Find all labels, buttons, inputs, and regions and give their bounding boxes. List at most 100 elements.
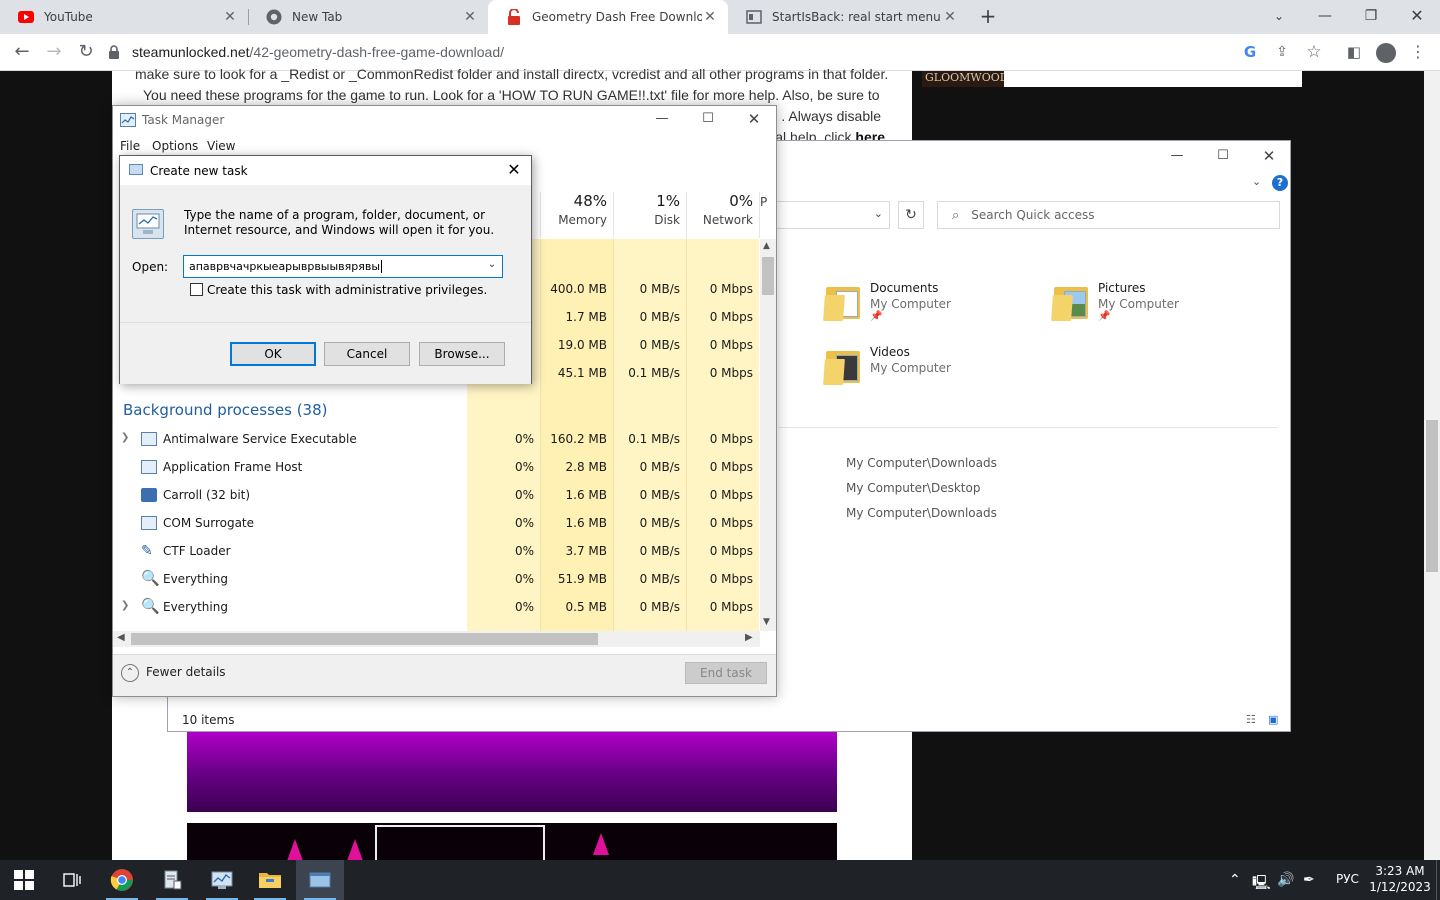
dialog-close-button[interactable]: ✕ [500,158,528,182]
forward-icon[interactable]: → [42,40,66,64]
tab-close-icon[interactable]: ✕ [222,9,238,25]
volume-icon[interactable]: 🔊 [1277,872,1294,888]
run-dialog-icon [129,164,143,175]
close-window-button[interactable]: ✕ [1394,0,1440,34]
expand-chevron-icon[interactable]: ❯ [121,432,129,443]
process-row[interactable]: ❯ Antimalware Service Executable 0% 160.… [113,426,760,454]
bookmark-star-icon[interactable]: ☆ [1302,40,1326,64]
tab-close-icon[interactable]: ✕ [942,9,958,25]
tab-new-tab[interactable]: New Tab ✕ [248,0,488,34]
folder-videos[interactable]: Videos My Computer [823,345,951,385]
column-power[interactable]: P [759,192,777,238]
menu-file[interactable]: File [120,139,140,153]
recent-file-path[interactable]: My Computer\Downloads [846,506,997,520]
page-scrollbar-thumb[interactable] [1426,420,1438,572]
end-task-button[interactable]: End task [685,662,767,684]
menu-dots-icon[interactable]: ⋮ [1406,40,1430,64]
expand-chevron-icon[interactable]: ❯ [121,600,129,611]
taskbar-task-manager[interactable] [198,860,246,900]
folder-documents[interactable]: Documents My Computer 📌 [823,281,951,322]
process-row[interactable]: Application Frame Host 0% 2.8 MB 0 MB/s … [113,454,760,482]
scroll-left-icon[interactable]: ◀ [117,632,125,643]
details-view-icon[interactable]: ☷ [1246,713,1256,726]
process-list-vscrollbar[interactable]: ▲ ▼ [760,239,776,631]
scroll-up-icon[interactable]: ▲ [763,241,770,251]
tm-maximize-button[interactable]: ☐ [685,108,731,132]
taskbar-chrome[interactable] [98,860,146,900]
collapse-chevron-icon[interactable]: ⌃ [121,664,139,682]
process-window-icon [141,432,157,446]
folder-pictures[interactable]: Pictures My Computer 📌 [1051,281,1179,322]
taskbar-notepad[interactable] [148,860,196,900]
menu-view[interactable]: View [207,139,235,153]
document-app-icon [164,870,182,890]
dialog-title: Create new task [150,164,248,178]
new-tab-button[interactable]: + [976,5,1000,29]
column-memory[interactable]: 48% Memory [540,192,613,238]
process-row[interactable]: Carroll (32 bit) 0% 1.6 MB 0 MB/s 0 Mbps [113,482,760,510]
ribbon-expand-icon[interactable]: ⌄ [1252,175,1261,188]
minimize-button[interactable]: — [1302,0,1348,34]
column-disk[interactable]: 1% Disk [613,192,686,238]
explorer-address-bar[interactable]: ⌄ [776,201,890,229]
explorer-search-input[interactable]: ⌕ Search Quick access [937,201,1280,229]
fewer-details-link[interactable]: Fewer details [146,665,226,679]
side-panel-icon[interactable]: ◧ [1342,40,1366,64]
help-icon[interactable]: ? [1272,175,1288,191]
ad-banner-image[interactable]: GLOOMWOOD [922,71,1004,87]
large-icons-view-icon[interactable]: ▣ [1268,713,1278,726]
tab-search-icon[interactable]: ⌄ [1256,0,1302,34]
share-icon[interactable]: ⇪ [1270,40,1294,64]
tm-close-button[interactable]: ✕ [731,108,777,132]
taskbar-run-dialog[interactable] [296,860,344,900]
dropdown-chevron-icon[interactable]: ⌄ [484,259,500,275]
recent-file-path[interactable]: My Computer\Desktop [846,481,980,495]
process-network: 0 Mbps [709,460,753,474]
explorer-minimize-button[interactable]: — [1154,145,1200,169]
recent-file-path[interactable]: My Computer\Downloads [846,456,997,470]
scroll-down-icon[interactable]: ▼ [763,617,770,627]
system-clock[interactable]: 3:23 AM 1/12/2023 [1368,863,1432,895]
process-row[interactable]: ❯ 🔍 Everything 0% 0.5 MB 0 MB/s 0 Mbps [113,594,760,622]
show-desktop-button[interactable] [1436,860,1440,900]
browse-button[interactable]: Browse... [419,342,505,366]
tab-youtube[interactable]: YouTube ✕ [0,0,248,34]
address-bar[interactable]: steamunlocked.net/42-geometry-dash-free-… [108,38,1298,66]
reload-icon[interactable]: ↻ [74,40,98,64]
refresh-icon[interactable]: ↻ [898,201,924,229]
hscroll-thumb[interactable] [131,633,598,645]
back-icon[interactable]: ← [10,40,34,64]
column-network[interactable]: 0% Network [686,192,759,238]
task-view-button[interactable] [48,860,96,900]
profile-avatar-icon[interactable] [1376,43,1396,63]
tab-close-icon[interactable]: ✕ [462,9,478,25]
process-list-hscrollbar[interactable]: ◀ ▶ [113,631,760,647]
cancel-button[interactable]: Cancel [324,342,410,366]
start-button[interactable] [0,860,48,900]
admin-privileges-label[interactable]: Create this task with administrative pri… [207,283,487,297]
google-icon[interactable]: G [1238,40,1262,64]
restore-button[interactable]: ❐ [1348,0,1394,34]
address-dropdown-icon[interactable]: ⌄ [874,207,883,220]
explorer-close-button[interactable]: ✕ [1246,145,1292,169]
scroll-right-icon[interactable]: ▶ [745,632,753,643]
ok-button[interactable]: OK [230,342,316,366]
admin-privileges-checkbox[interactable] [190,283,203,296]
process-row[interactable]: ✎ CTF Loader 0% 3.7 MB 0 MB/s 0 Mbps [113,538,760,566]
tm-minimize-button[interactable]: — [639,108,685,132]
input-language[interactable]: РУС [1336,872,1359,886]
menu-options[interactable]: Options [152,139,198,153]
vscroll-thumb[interactable] [762,257,774,295]
taskbar-file-explorer[interactable] [246,860,294,900]
tab-startisback[interactable]: StartIsBack: real start menu for W ✕ [728,0,968,34]
process-row[interactable]: 🔍 Everything 0% 51.9 MB 0 MB/s 0 Mbps [113,566,760,594]
tab-close-icon[interactable]: ✕ [702,9,718,25]
pen-workspace-icon[interactable]: ✒ [1303,872,1315,888]
process-row[interactable]: COM Surrogate 0% 1.6 MB 0 MB/s 0 Mbps [113,510,760,538]
show-hidden-icons-chevron[interactable]: ⌃ [1229,872,1241,888]
process-network: 0 Mbps [709,600,753,614]
explorer-maximize-button[interactable]: ☐ [1200,145,1246,169]
network-icon[interactable]: 🖳 [1252,872,1271,896]
tab-geometry-dash[interactable]: Geometry Dash Free Download ( ✕ [488,0,728,34]
open-input[interactable]: апаврвчачркыеарыврвыывярявы ⌄ [183,255,503,278]
